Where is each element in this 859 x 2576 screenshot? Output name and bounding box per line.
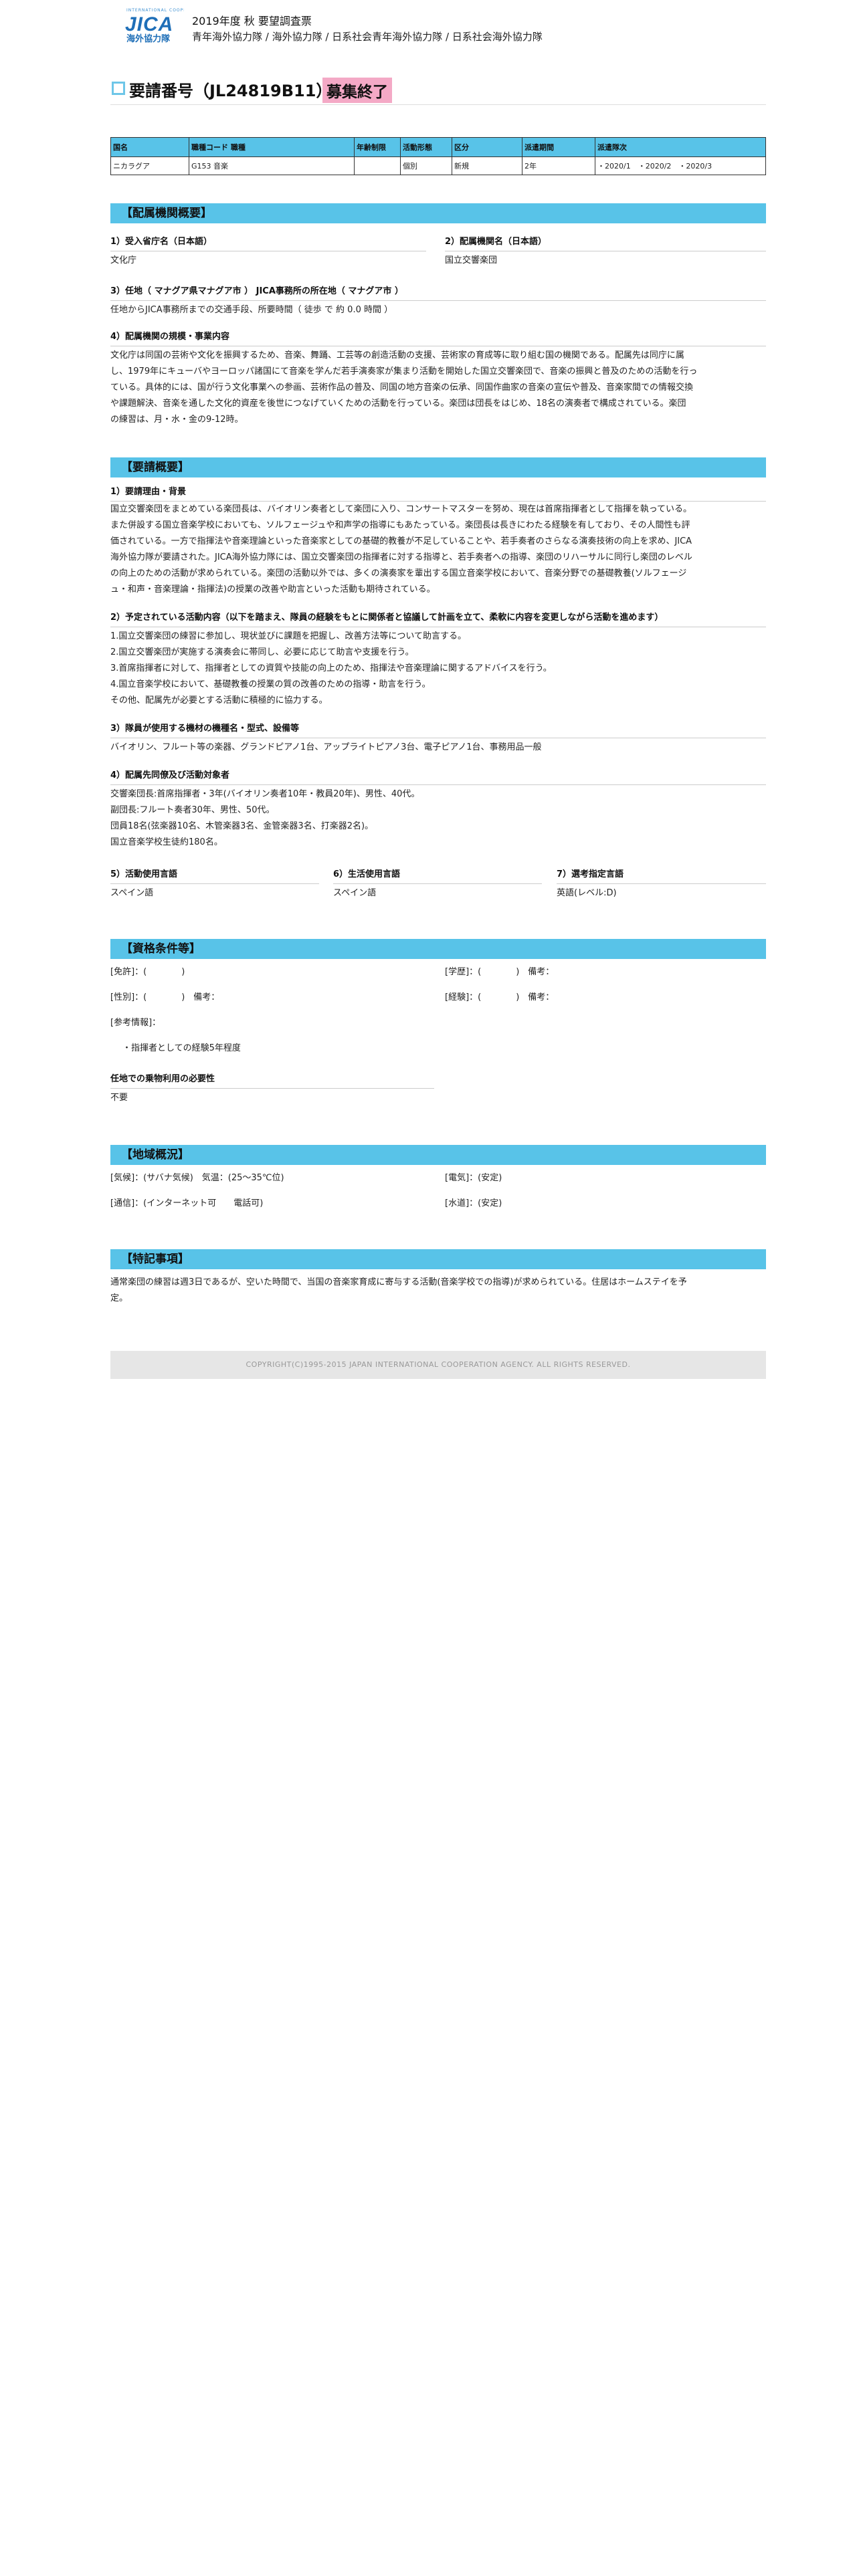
summary-table: 国名 職種コード 職種 年齢制限 活動形態 区分 派遣期間 派遣隊次 ニカラグア…: [110, 137, 766, 175]
page-header: INTERNATIONAL COOPERATION JICA 海外協力隊 201…: [110, 0, 766, 53]
notes-line: 通常楽団の練習は週3日であるが、空いた時間で、当国の音楽家育成に寄与する活動(音…: [110, 1277, 687, 1287]
logo-wordmark: JICA: [125, 13, 174, 35]
org-label: 2）配属機関名（日本語）: [445, 234, 766, 251]
col-header-job: 職種コード 職種: [189, 137, 355, 157]
status-badge: 募集終了: [322, 78, 392, 103]
scale-line: 文化庁は同国の芸術や文化を振興するため、音楽、舞踊、工芸等の創造活動の支援、芸術…: [110, 350, 684, 360]
reference-label: [参考情報]：: [110, 1018, 161, 1028]
reason-text: 国立交響楽団をまとめている楽団長は、バイオリン奏者として楽団に入り、コンサートマ…: [110, 502, 766, 598]
living-language-label: 6）生活使用言語: [333, 867, 542, 884]
climate-field: [気候]：(サバナ気候) 気温：(25〜35℃位): [110, 1173, 284, 1183]
square-bullet-icon: [112, 82, 125, 95]
col-header-category: 区分: [452, 137, 522, 157]
equipment-label: 3）隊員が使用する機材の機種名・型式、設備等: [110, 721, 766, 738]
footer-copyright: COPYRIGHT(C)1995-2015 JAPAN INTERNATIONA…: [110, 1351, 766, 1379]
notes-text: 通常楽団の練習は週3日であるが、空いた時間で、当国の音楽家育成に寄与する活動(音…: [110, 1275, 766, 1307]
target-text: 交響楽団長:首席指揮者・3年(バイオリン奏者10年・教員20年)、男性、40代。…: [110, 786, 766, 851]
reason-line: また併設する国立音楽学校においても、ソルフェージュや和声学の指導にもあたっている…: [110, 520, 690, 530]
communication-field: [通信]：(インターネット可 電話可): [110, 1198, 264, 1208]
reason-line: 価されている。一方で指揮法や音楽理論といった音楽家としての基礎的教養が不足してい…: [110, 536, 692, 546]
scale-text: 文化庁は同国の芸術や文化を振興するため、音楽、舞踊、工芸等の創造活動の支援、芸術…: [110, 348, 766, 428]
table-row: ニカラグア G153 音楽 個別 新規 2年 ・2020/1 ・2020/2 ・…: [110, 156, 766, 175]
section-region: 【地域概況】: [110, 1145, 766, 1165]
reason-line: 国立交響楽団をまとめている楽団長は、バイオリン奏者として楽団に入り、コンサートマ…: [110, 504, 692, 514]
planned-line: 3.首席指揮者に対して、指揮者としての資質や技能の向上のため、指揮法や音楽理論に…: [110, 663, 552, 673]
request-number: 要請番号（JL24819B11）: [129, 82, 332, 100]
target-line: 交響楽団長:首席指揮者・3年(バイオリン奏者10年・教員20年)、男性、40代。: [110, 789, 420, 799]
target-line: 副団長:フルート奏者30年、男性、50代。: [110, 805, 275, 815]
planned-text: 1.国立交響楽団の練習に参加し、現状並びに課題を把握し、改善方法等について助言す…: [110, 629, 766, 709]
logo-tagline: INTERNATIONAL COOPERATION: [126, 8, 184, 13]
program-names: 青年海外協力隊 / 海外協力隊 / 日系社会青年海外協力隊 / 日系社会海外協力…: [192, 31, 543, 43]
ministry-value: 文化庁: [110, 255, 137, 265]
col-header-batch: 派遣隊次: [595, 137, 766, 157]
notes-line: 定。: [110, 1293, 128, 1303]
col-header-age: 年齢制限: [354, 137, 401, 157]
section-qualifications: 【資格条件等】: [110, 939, 766, 959]
vehicle-label: 任地での乗物利用の必要性: [110, 1071, 434, 1089]
gender-field: [性別]：( ) 備考：: [110, 992, 220, 1002]
survey-title: 2019年度 秋 要望調査票: [192, 15, 312, 27]
education-field: [学歴]：( ) 備考：: [445, 967, 555, 977]
scale-line: し、1979年にキューバやヨーロッパ諸国にて音楽を学んだ若手演奏家が集まり活動を…: [110, 366, 698, 377]
org-value: 国立交響楽団: [445, 255, 498, 265]
location-label: 3）任地（ マナグア県マナグア市 ） JICA事務所の所在地（ マナグア市 ）: [110, 284, 766, 301]
planned-line: 2.国立交響楽団が実施する演奏会に帯同し、必要に応じて助言や支援を行う。: [110, 647, 414, 657]
experience-field: [経験]：( ) 備考：: [445, 992, 555, 1002]
target-line: 団員18名(弦楽器10名、木管楽器3名、金管楽器3名、打楽器2名)。: [110, 821, 374, 831]
cell-category: 新規: [452, 156, 522, 175]
reason-label: 1）要請理由・背景: [110, 484, 766, 502]
target-label: 4）配属先同僚及び活動対象者: [110, 768, 766, 785]
cell-age: [354, 156, 401, 175]
selection-language-label: 7）選考指定言語: [557, 867, 766, 884]
scale-label: 4）配属機関の規模・事業内容: [110, 329, 766, 346]
col-header-period: 派遣期間: [522, 137, 595, 157]
reason-line: の向上のための活動が求められている。楽団の活動以外では、多くの演奏家を輩出する国…: [110, 568, 687, 578]
ministry-label: 1）受入省庁名（日本語）: [110, 234, 426, 251]
vehicle-value: 不要: [110, 1093, 128, 1103]
jica-logo[interactable]: INTERNATIONAL COOPERATION JICA 海外協力隊: [125, 8, 185, 45]
page-container: INTERNATIONAL COOPERATION JICA 海外協力隊 201…: [110, 0, 766, 1379]
selection-language-value: 英語(レベル:D): [557, 888, 617, 898]
cell-period: 2年: [522, 156, 595, 175]
scale-line: ている。具体的には、国が行う文化事業への参画、芸術作品の普及、同国の地方音楽の伝…: [110, 383, 694, 393]
reason-line: ュ・和声・音楽理論・指揮法)の授業の改善や助言といった活動も期待されている。: [110, 584, 436, 595]
planned-line: 4.国立音楽学校において、基礎教養の授業の質の改善のための指導・助言を行う。: [110, 679, 431, 689]
target-line: 国立音楽学校生徒約180名。: [110, 837, 223, 847]
cell-job: G153 音楽: [189, 156, 355, 175]
license-field: [免許]：( ): [110, 967, 185, 977]
location-value: 任地からJICA事務所までの交通手段、所要時間（ 徒歩 で 約 0.0 時間 ）: [110, 305, 393, 315]
cell-batch: ・2020/1 ・2020/2 ・2020/3: [595, 156, 766, 175]
living-language-value: スペイン語: [333, 888, 377, 898]
cell-form: 個別: [400, 156, 452, 175]
section-notes: 【特記事項】: [110, 1249, 766, 1269]
request-title-row: 要請番号（JL24819B11） 募集終了: [110, 75, 766, 105]
planned-label: 2）予定されている活動内容（以下を踏まえ、隊員の経験をもとに関係者と協議して計画…: [110, 610, 766, 627]
logo-subtitle: 海外協力隊: [126, 34, 171, 44]
planned-line: 1.国立交響楽団の練習に参加し、現状並びに課題を把握し、改善方法等について助言す…: [110, 631, 467, 641]
planned-line: その他、配属先が必要とする活動に積極的に協力する。: [110, 695, 328, 706]
equipment-value: バイオリン、フルート等の楽器、グランドピアノ1台、アップライトピアノ3台、電子ピ…: [110, 742, 542, 752]
reason-line: 海外協力隊が要請された。JICA海外協力隊には、国立交響楽団の指揮者に対する指導…: [110, 552, 692, 562]
section-request: 【要請概要】: [110, 457, 766, 477]
scale-line: や課題解決、音楽を通した文化的資産を後世につなげていくための活動を行っている。楽…: [110, 399, 686, 409]
col-header-form: 活動形態: [400, 137, 452, 157]
section-org: 【配属機関概要】: [110, 203, 766, 223]
col-header-country: 国名: [110, 137, 189, 157]
activity-language-value: スペイン語: [110, 888, 154, 898]
activity-language-label: 5）活動使用言語: [110, 867, 319, 884]
summary-header-row: 国名 職種コード 職種 年齢制限 活動形態 区分 派遣期間 派遣隊次: [110, 137, 766, 157]
cell-country: ニカラグア: [110, 156, 189, 175]
scale-line: の練習は、月・水・金の9-12時。: [110, 415, 244, 425]
reference-item: ・指揮者としての経験5年程度: [122, 1043, 241, 1053]
water-field: [水道]：(安定): [445, 1198, 502, 1208]
electricity-field: [電気]：(安定): [445, 1173, 502, 1183]
